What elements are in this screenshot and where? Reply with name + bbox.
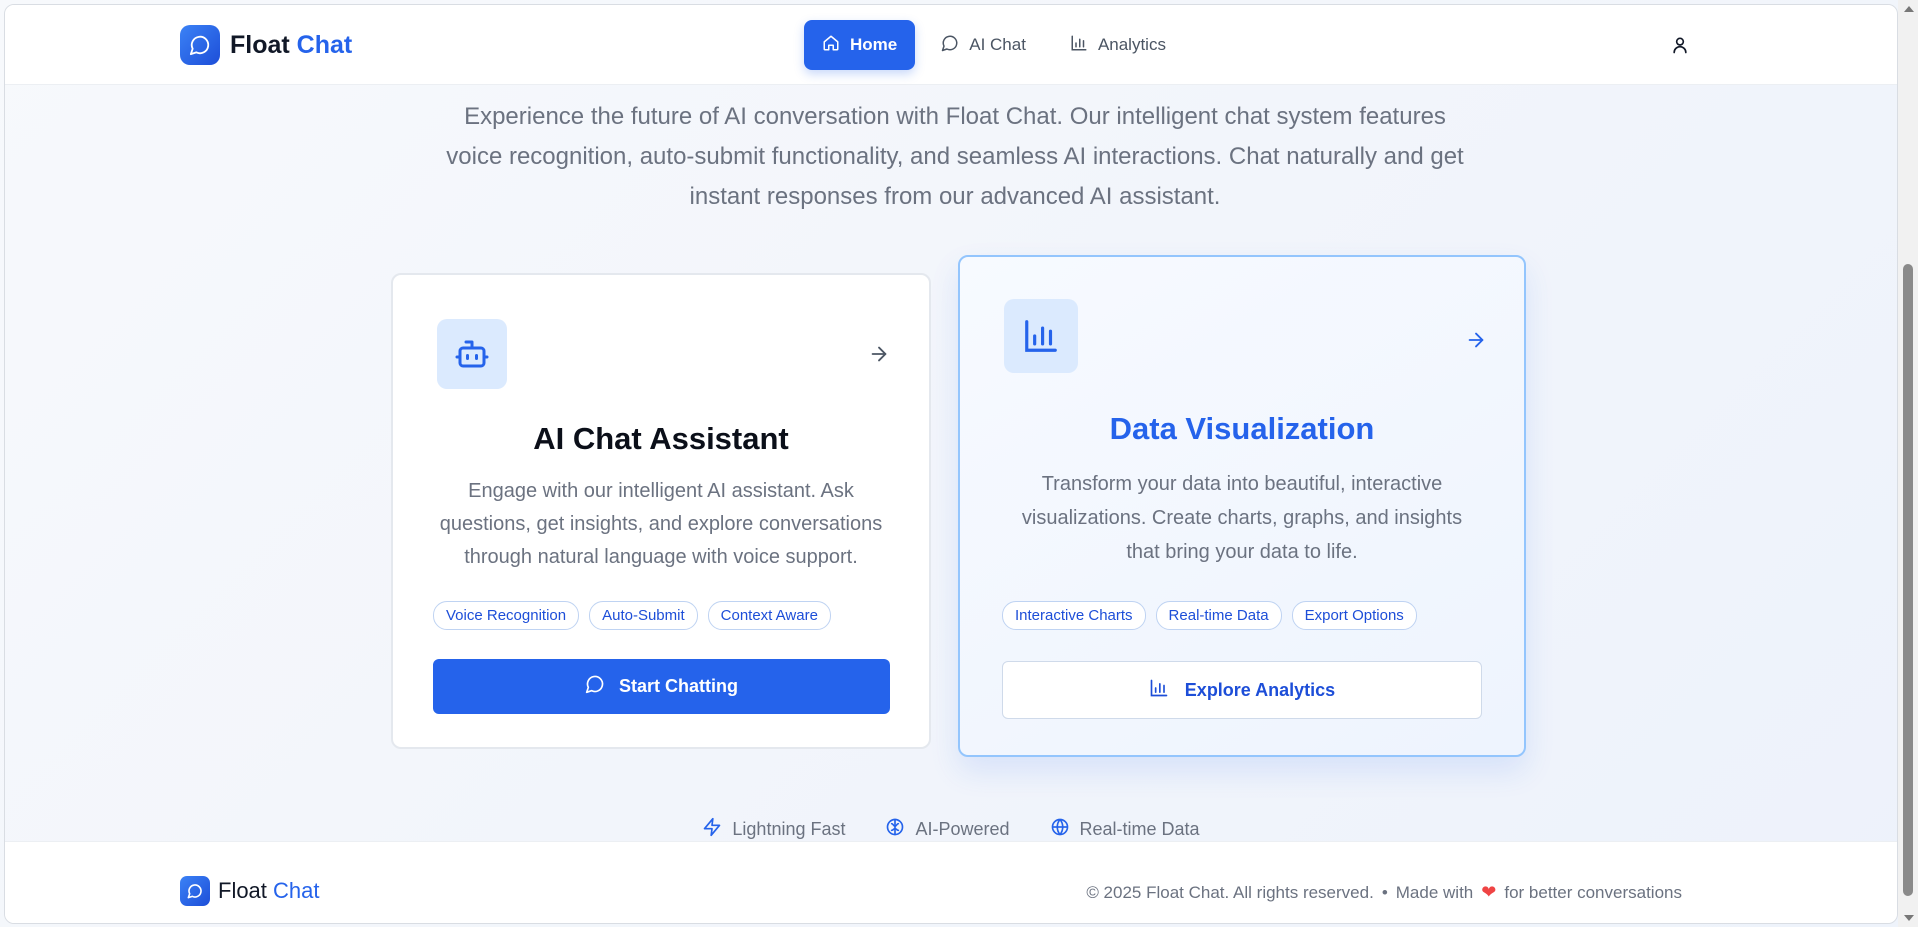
vertical-scrollbar[interactable] <box>1898 0 1918 927</box>
nav-analytics-label: Analytics <box>1097 35 1166 54</box>
chat-bubble-icon <box>180 876 210 906</box>
feature-item: Real-time Data <box>1050 817 1200 842</box>
tag: Export Options <box>1291 601 1417 630</box>
footer: Float Chat © 2025 Float Chat. All rights… <box>5 841 1897 923</box>
feature-item: AI-Powered <box>885 817 1010 842</box>
start-chatting-button[interactable]: Start Chatting <box>433 659 890 714</box>
brand-logo[interactable]: Float Chat <box>180 25 352 65</box>
bar-chart-icon <box>1004 299 1078 373</box>
main-nav: Home AI Chat Analytics <box>804 20 1184 70</box>
globe-icon <box>1050 817 1070 842</box>
made-with-suffix: for better conversations <box>1504 882 1682 902</box>
feature-item: Lightning Fast <box>702 817 845 842</box>
brand-name: Float Chat <box>230 31 352 60</box>
feature-label: Real-time Data <box>1079 819 1200 839</box>
nav-home[interactable]: Home <box>804 20 916 70</box>
card-description: Transform your data into beautiful, inte… <box>1021 473 1463 563</box>
intro-text: Experience the future of AI conversation… <box>446 103 1464 210</box>
lightning-icon <box>702 817 722 842</box>
arrow-right-icon[interactable] <box>868 343 890 365</box>
start-chatting-label: Start Chatting <box>619 676 738 696</box>
app-window: Float Chat Home AI Chat Analytics Experi… <box>4 4 1898 924</box>
bar-chart-icon <box>1149 678 1169 703</box>
footer-logo[interactable]: Float Chat <box>180 876 320 906</box>
nav-ai-chat-label: AI Chat <box>969 35 1026 54</box>
feature-tags: Voice Recognition Auto-Submit Context Aw… <box>433 601 831 630</box>
footer-brand-name: Float Chat <box>218 878 320 904</box>
card-title: Data Visualization <box>1109 411 1375 446</box>
tag: Context Aware <box>707 601 831 630</box>
nav-ai-chat[interactable]: AI Chat <box>923 20 1044 70</box>
copyright-text: © 2025 Float Chat. All rights reserved. … <box>1086 882 1682 903</box>
copyright: © 2025 Float Chat. All rights reserved. <box>1086 882 1374 902</box>
card-description: Engage with our intelligent AI assistant… <box>439 480 883 568</box>
heart-icon: ❤ <box>1481 882 1497 902</box>
brand-name-part1: Float <box>230 30 290 59</box>
nav-home-label: Home <box>850 35 898 54</box>
tag: Auto-Submit <box>589 601 698 630</box>
features-row: Lightning Fast AI-Powered Real-time Data <box>5 817 1897 842</box>
separator: • <box>1381 882 1388 902</box>
arrow-right-icon[interactable] <box>1465 329 1487 351</box>
explore-analytics-label: Explore Analytics <box>1184 679 1336 700</box>
tag: Interactive Charts <box>1002 601 1146 630</box>
data-visualization-card[interactable]: Data Visualization Transform your data i… <box>958 255 1526 757</box>
chat-bubble-icon <box>180 25 220 65</box>
bar-chart-icon <box>1070 34 1088 57</box>
feature-label: Lightning Fast <box>732 819 846 839</box>
brand-name-part2: Chat <box>296 30 353 59</box>
chat-bubble-icon <box>941 34 959 57</box>
footer-brand-part2: Chat <box>273 878 320 903</box>
scroll-up-arrow[interactable] <box>1904 6 1914 12</box>
scroll-down-arrow[interactable] <box>1904 915 1914 921</box>
brain-icon <box>885 817 905 842</box>
home-icon <box>822 34 840 57</box>
scrollbar-thumb[interactable] <box>1903 264 1913 896</box>
feature-tags: Interactive Charts Real-time Data Export… <box>1002 601 1417 630</box>
user-icon[interactable] <box>1670 35 1692 57</box>
card-title: AI Chat Assistant <box>533 421 789 456</box>
footer-brand-part1: Float <box>218 878 267 903</box>
tag: Voice Recognition <box>433 601 580 630</box>
explore-analytics-button[interactable]: Explore Analytics <box>1002 661 1482 719</box>
robot-icon <box>437 319 507 389</box>
ai-chat-card[interactable]: AI Chat Assistant Engage with our intell… <box>391 273 931 749</box>
made-with-prefix: Made with <box>1395 882 1474 902</box>
tag: Real-time Data <box>1155 601 1282 630</box>
top-navbar: Float Chat Home AI Chat Analytics <box>5 5 1897 85</box>
chat-bubble-icon <box>585 674 605 699</box>
feature-label: AI-Powered <box>915 819 1010 839</box>
nav-analytics[interactable]: Analytics <box>1052 20 1184 70</box>
